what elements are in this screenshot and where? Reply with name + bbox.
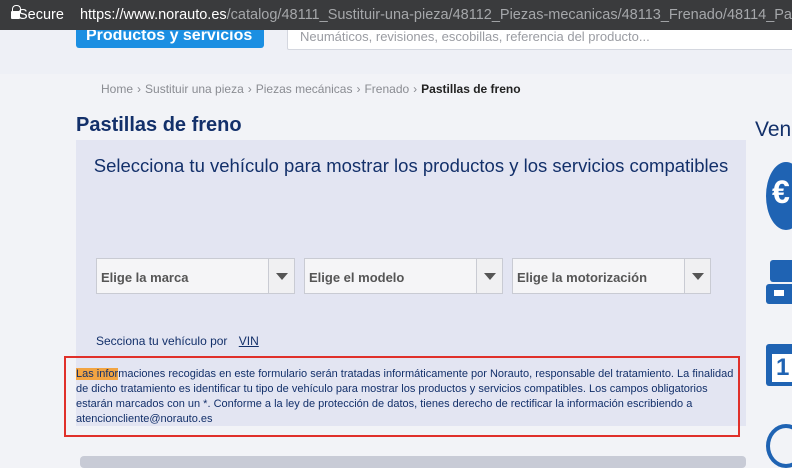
url-path[interactable]: /catalog/48111_Sustituir-una-pieza/48112… xyxy=(227,7,792,23)
page-title: Pastillas de freno xyxy=(76,114,242,136)
breadcrumb-current: Pastillas de freno xyxy=(421,82,521,96)
euro-symbol: € xyxy=(772,174,790,210)
brand-select-value: Elige la marca xyxy=(101,270,189,285)
engine-select[interactable]: Elige la motorización xyxy=(512,258,711,294)
vin-link[interactable]: VIN xyxy=(239,334,259,348)
model-select-value: Elige el modelo xyxy=(309,270,405,285)
brand-select[interactable]: Elige la marca xyxy=(96,258,295,294)
engine-select-value: Elige la motorización xyxy=(517,270,648,285)
url-host[interactable]: https://www.norauto.es xyxy=(80,7,227,23)
breadcrumb-item-frenado[interactable]: Frenado xyxy=(364,82,409,96)
chevron-down-icon[interactable] xyxy=(268,259,294,293)
vehicle-selector-title: Selecciona tu vehículo para mostrar los … xyxy=(93,155,729,176)
clock-icon[interactable] xyxy=(766,424,792,468)
page-content: Home › Sustituir una pieza › Piezas mecánica… xyxy=(0,74,792,468)
search-input[interactable]: Neumáticos, revisiones, escobillas, refe… xyxy=(287,30,792,50)
breadcrumb-item-home[interactable]: Home xyxy=(101,82,133,96)
breadcrumb-separator: › xyxy=(247,82,252,96)
calendar-icon[interactable]: 1 xyxy=(766,344,792,386)
right-column-heading: Ven xyxy=(755,118,792,141)
car-service-icon[interactable] xyxy=(766,258,792,308)
model-select[interactable]: Elige el modelo xyxy=(304,258,503,294)
chevron-down-icon[interactable] xyxy=(476,259,502,293)
breadcrumb-separator: › xyxy=(137,82,142,96)
breadcrumb-separator: › xyxy=(413,82,418,96)
products-services-button[interactable]: Productos y servicios xyxy=(76,30,264,48)
vin-label: Secciona tu vehículo por xyxy=(96,334,228,348)
site-header: Productos y servicios Neumáticos, revisi… xyxy=(0,30,792,74)
annotation-highlight-box xyxy=(64,356,740,437)
vin-selection-line: Secciona tu vehículo por VIN xyxy=(96,334,259,348)
next-section-bar xyxy=(80,456,746,468)
chevron-down-icon[interactable] xyxy=(684,259,710,293)
euro-icon[interactable]: € xyxy=(766,162,792,230)
breadcrumb-item-piezas[interactable]: Piezas mecánicas xyxy=(256,82,353,96)
breadcrumb-item-sustituir[interactable]: Sustituir una pieza xyxy=(145,82,244,96)
breadcrumb: Home › Sustituir una pieza › Piezas mecánica… xyxy=(101,82,521,96)
breadcrumb-separator: › xyxy=(356,82,361,96)
calendar-number: 1 xyxy=(772,354,792,382)
secure-label: Secure xyxy=(18,7,64,23)
browser-address-bar[interactable]: Secure https://www.norauto.es/catalog/48… xyxy=(0,0,792,30)
